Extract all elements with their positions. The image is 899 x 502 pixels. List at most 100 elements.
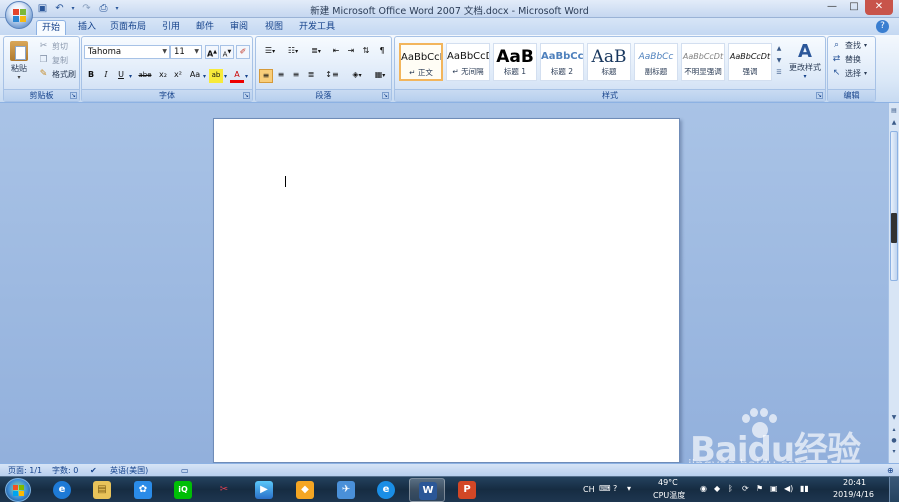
show-marks-button[interactable]: ¶ <box>375 45 389 59</box>
align-center-button[interactable]: ≡ <box>274 69 288 83</box>
network-icon[interactable]: ▮▮ <box>800 484 809 493</box>
style-subtitle[interactable]: AaBbCc 副标题 <box>634 43 678 81</box>
document-page[interactable] <box>213 118 680 463</box>
italic-button[interactable]: I <box>99 69 113 83</box>
taskbar-iqiyi[interactable]: iQ <box>165 478 201 502</box>
font-size-combo[interactable]: 11 ▼ <box>170 45 202 59</box>
taskbar-powerpoint[interactable]: P <box>449 478 485 502</box>
tab-references[interactable]: 引用 <box>157 20 185 35</box>
minimize-button[interactable]: — <box>821 0 843 15</box>
bluetooth-icon[interactable]: ᛒ <box>728 484 733 493</box>
grow-font-button[interactable]: A▲ <box>205 45 219 59</box>
help-tray-icon[interactable]: ? <box>613 484 617 493</box>
font-color-dropdown-icon[interactable]: ▾ <box>245 73 248 80</box>
volume-icon[interactable]: ◀) <box>784 484 793 493</box>
taskbar-browser[interactable]: e <box>368 478 404 502</box>
style-emphasis[interactable]: AaBbCcDt 强调 <box>728 43 772 81</box>
sync-tray-icon[interactable]: ⟳ <box>742 484 749 493</box>
font-launcher-icon[interactable]: ↘ <box>243 92 250 99</box>
page-count[interactable]: 页面: 1/1 <box>8 465 42 476</box>
taskbar-app-store[interactable]: ◆ <box>287 478 323 502</box>
tab-view[interactable]: 视图 <box>260 20 288 35</box>
decrease-indent-button[interactable]: ⇤ <box>329 45 343 59</box>
app-tray-icon[interactable]: ◉ <box>700 484 707 493</box>
select-button[interactable]: ↖ 选择 ▾ <box>831 67 867 80</box>
close-button[interactable]: ✕ <box>865 0 893 15</box>
scroll-up-icon[interactable]: ▲ <box>890 118 898 127</box>
browse-object-icon[interactable]: ● <box>890 436 898 445</box>
increase-indent-button[interactable]: ⇥ <box>344 45 358 59</box>
ime-indicator[interactable]: CH <box>583 485 595 494</box>
previous-page-icon[interactable]: ▴ <box>890 425 898 434</box>
change-styles-button[interactable]: A 更改样式 ▾ <box>786 39 824 87</box>
taskbar-explorer[interactable]: ▤ <box>84 478 120 502</box>
zoom-in-icon[interactable]: ⊕ <box>887 465 894 476</box>
subscript-button[interactable]: x₂ <box>156 69 170 83</box>
underline-button[interactable]: U <box>114 69 128 83</box>
replace-button[interactable]: ⇄ 替换 <box>831 53 861 66</box>
cut-button[interactable]: ✂ 剪切 <box>38 40 68 53</box>
tab-page-layout[interactable]: 页面布局 <box>106 20 150 35</box>
clock-date[interactable]: 2019/4/16 <box>833 490 874 499</box>
underline-dropdown-icon[interactable]: ▾ <box>129 73 132 80</box>
bold-button[interactable]: B <box>84 69 98 83</box>
highlight-dropdown-icon[interactable]: ▾ <box>224 73 227 80</box>
language-indicator[interactable]: 英语(美国) <box>110 465 148 476</box>
scroll-down-icon[interactable]: ▼ <box>890 413 898 422</box>
tab-mailings[interactable]: 邮件 <box>191 20 219 35</box>
superscript-button[interactable]: x² <box>171 69 185 83</box>
style-heading-1[interactable]: AaB 标题 1 <box>493 43 537 81</box>
change-case-button[interactable]: Aa <box>186 69 204 83</box>
tray-menu-icon[interactable]: ▾ <box>627 484 631 493</box>
tab-insert[interactable]: 插入 <box>73 20 101 35</box>
strikethrough-button[interactable]: abe <box>136 69 154 83</box>
clock-time[interactable]: 20:41 <box>843 478 866 487</box>
style-no-spacing[interactable]: AaBbCcD ↵ 无间隔 <box>446 43 490 81</box>
taskbar-app-cloud[interactable]: ✿ <box>125 478 161 502</box>
shrink-font-button[interactable]: A▼ <box>220 45 234 59</box>
align-right-button[interactable]: ≡ <box>289 69 303 83</box>
align-left-button[interactable]: ≡ <box>259 69 273 83</box>
help-icon[interactable]: ? <box>876 20 889 33</box>
keyboard-icon[interactable]: ⌨ <box>599 484 611 493</box>
taskbar-ie[interactable]: e <box>44 478 80 502</box>
copy-button[interactable]: ❐ 复制 <box>38 54 68 67</box>
styles-launcher-icon[interactable]: ↘ <box>816 92 823 99</box>
justify-button[interactable]: ≣ <box>304 69 318 83</box>
next-page-icon[interactable]: ▾ <box>890 447 898 456</box>
proofing-icon[interactable]: ✔ <box>90 465 97 476</box>
tab-developer[interactable]: 开发工具 <box>294 20 340 35</box>
style-heading-2[interactable]: AaBbCc 标题 2 <box>540 43 584 81</box>
tab-home[interactable]: 开始 <box>36 20 66 35</box>
office-button[interactable] <box>5 1 33 29</box>
borders-button[interactable]: ▦▾ <box>369 69 391 83</box>
word-count[interactable]: 字数: 0 <box>52 465 78 476</box>
display-tray-icon[interactable]: ▣ <box>770 484 778 493</box>
show-desktop-button[interactable] <box>889 477 899 502</box>
font-color-button[interactable]: A <box>230 69 244 83</box>
sort-button[interactable]: ⇅ <box>359 45 373 59</box>
multilevel-list-button[interactable]: ≣▾ <box>305 45 327 59</box>
highlight-button[interactable]: ab <box>209 69 223 83</box>
bullets-button[interactable]: ☰▾ <box>259 45 281 59</box>
macro-record-icon[interactable]: ▭ <box>181 465 189 476</box>
security-tray-icon[interactable]: ◆ <box>714 484 720 493</box>
find-button[interactable]: ⌕ 查找 ▾ <box>831 39 867 52</box>
style-title[interactable]: AaB 标题 <box>587 43 631 81</box>
style-subtle-emphasis[interactable]: AaBbCcDt 不明显强调 <box>681 43 725 81</box>
taskbar-word[interactable]: W <box>409 478 445 502</box>
font-name-combo[interactable]: Tahoma ▼ <box>84 45 170 59</box>
flag-tray-icon[interactable]: ⚑ <box>756 484 763 493</box>
line-spacing-button[interactable]: ↕≡ <box>321 69 343 83</box>
taskbar-media-player[interactable]: ▶ <box>246 478 282 502</box>
numbering-button[interactable]: ☷▾ <box>282 45 304 59</box>
paragraph-launcher-icon[interactable]: ↘ <box>382 92 389 99</box>
maximize-button[interactable]: □ <box>843 0 865 15</box>
taskbar-app-feather[interactable]: ✈ <box>328 478 364 502</box>
clipboard-launcher-icon[interactable]: ↘ <box>70 92 77 99</box>
taskbar-snipping[interactable]: ✂ <box>206 478 242 502</box>
paste-button[interactable]: 粘贴 ▾ <box>7 39 31 85</box>
start-button[interactable] <box>5 478 31 502</box>
tab-review[interactable]: 审阅 <box>225 20 253 35</box>
styles-scroll[interactable]: ▲ ▼ ☰ <box>775 43 783 81</box>
